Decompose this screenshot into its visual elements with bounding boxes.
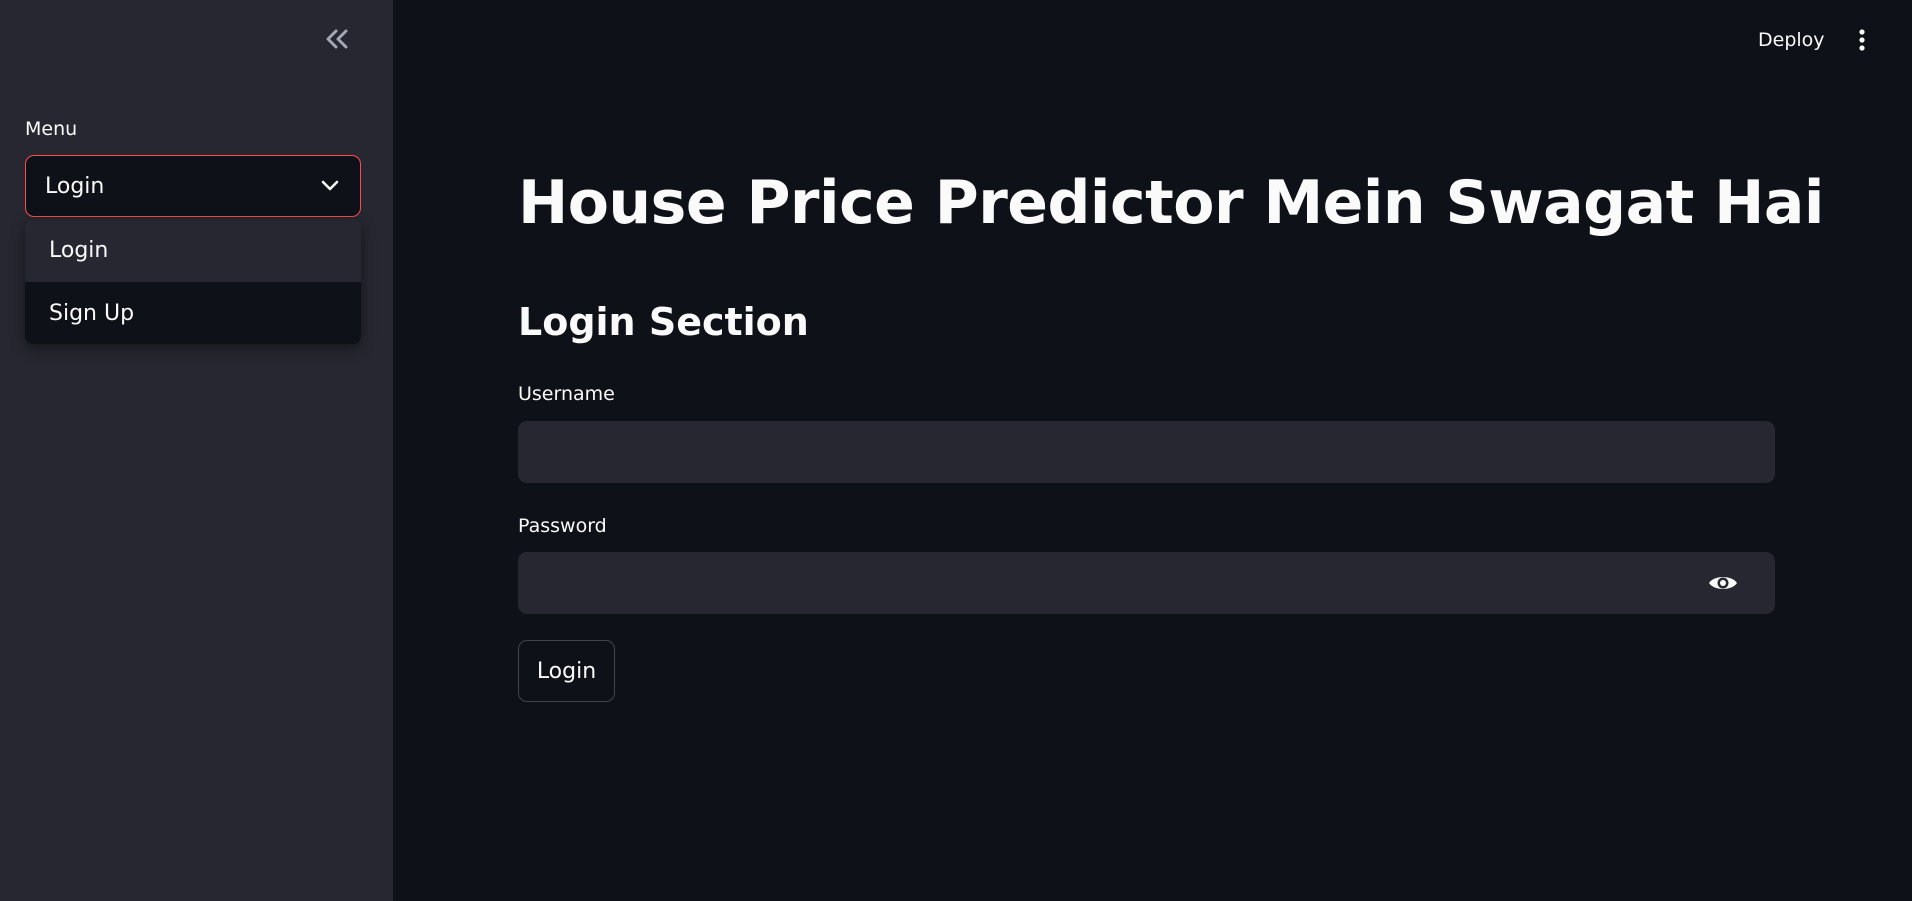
main-menu-button[interactable] [1850,22,1874,58]
menu-label: Menu [25,118,78,140]
eye-icon [1709,577,1737,589]
menu-dropdown: Login Sign Up [25,219,361,344]
password-label: Password [518,515,607,537]
username-label: Username [518,383,615,405]
section-title: Login Section [518,300,809,344]
username-input[interactable] [518,421,1775,483]
login-button[interactable]: Login [518,640,615,702]
menu-option-sign-up[interactable]: Sign Up [25,282,361,344]
collapse-sidebar-button[interactable] [318,22,356,56]
double-chevron-left-icon [326,29,348,49]
show-password-button[interactable] [1706,568,1740,598]
app-root: Menu Login Login Sign Up Deploy House Pr… [0,0,1912,901]
page-title: House Price Predictor Mein Swagat Hai [518,168,1824,238]
kebab-menu-icon [1859,29,1865,51]
menu-select[interactable]: Login [25,155,361,217]
sidebar: Menu Login Login Sign Up [0,0,393,901]
password-input[interactable] [518,552,1775,614]
chevron-down-icon [319,175,341,197]
menu-option-login[interactable]: Login [25,219,361,282]
menu-select-value: Login [45,173,105,199]
deploy-button[interactable]: Deploy [1748,22,1835,58]
